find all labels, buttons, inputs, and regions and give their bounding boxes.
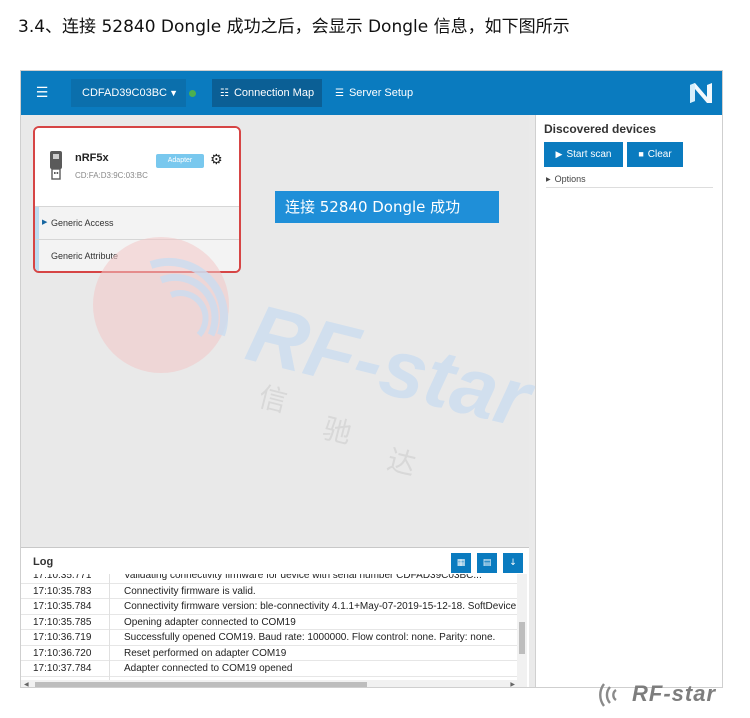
adapter-card-header: nRF5x CD:FA:D3:9C:03:BC Adapter ⚙ xyxy=(35,128,239,206)
table-row: 17:10:37.784 Adapter connected to COM19 … xyxy=(21,661,517,677)
options-toggle[interactable]: ▶ Options xyxy=(546,172,713,188)
nordic-logo-icon xyxy=(690,83,712,103)
service-item-generic-attribute[interactable]: Generic Attribute xyxy=(35,239,239,271)
list-icon: ☰ xyxy=(335,88,344,99)
watermark-char: 信 xyxy=(255,380,290,419)
nrf-connect-window: ☰ CDFAD39C03BC ▼ ☷ Connection Map ☰ Server… xyxy=(20,70,723,688)
hamburger-menu-icon[interactable]: ☰ xyxy=(31,83,53,103)
log-message: Reset performed on adapter COM19 xyxy=(124,647,287,659)
log-message: Successfully opened COM19. Baud rate: 10… xyxy=(124,632,496,643)
table-row: 17:10:35.771 Validating connectivity fir… xyxy=(21,574,517,584)
open-log-file-icon[interactable]: ▦ xyxy=(451,553,471,573)
device-selector-label: CDFAD39C03BC xyxy=(82,87,167,99)
log-time: 17:10:36.719 xyxy=(33,632,92,643)
log-time: 17:10:35.784 xyxy=(33,601,92,612)
table-row: 17:10:36.719 Successfully opened COM19. … xyxy=(21,630,517,646)
options-label: Options xyxy=(554,174,586,184)
autoscroll-down-icon[interactable]: ↓ xyxy=(503,553,523,573)
log-message: Connectivity firmware version: ble-conne… xyxy=(124,601,517,612)
document-heading: 3.4、连接 52840 Dongle 成功之后，会显示 Dongle 信息，如… xyxy=(18,17,570,37)
signal-arcs-icon xyxy=(599,683,617,707)
tab-server-setup-label: Server Setup xyxy=(348,87,414,99)
service-label: Generic Attribute xyxy=(51,251,119,261)
log-time: 17:10:35.783 xyxy=(33,585,92,597)
adapter-card[interactable]: nRF5x CD:FA:D3:9C:03:BC Adapter ⚙ ▶ Gene… xyxy=(33,126,241,273)
rf-star-brand: RF-star xyxy=(596,678,746,712)
tab-connection-map[interactable]: ☷ Connection Map xyxy=(212,79,323,107)
tab-server-setup[interactable]: ☰ Server Setup xyxy=(327,79,421,107)
adapter-badge: Adapter xyxy=(156,154,204,168)
scrollbar-thumb[interactable] xyxy=(35,682,367,687)
log-time: 17:10:35.771 xyxy=(33,574,92,581)
start-scan-button[interactable]: ▶ Start scan xyxy=(544,142,623,167)
service-label: Generic Access xyxy=(51,218,114,228)
usb-dongle-icon xyxy=(50,151,62,180)
discovered-devices-title: Discovered devices xyxy=(544,122,657,136)
service-indicator-bar xyxy=(35,207,39,240)
log-message: Opening adapter connected to COM19 xyxy=(124,616,296,628)
gear-icon[interactable]: ⚙ xyxy=(210,151,223,169)
clear-label: Clear xyxy=(647,149,672,160)
log-message: Connectivity firmware is valid. xyxy=(124,585,256,597)
log-time: 17:10:36.720 xyxy=(33,647,92,659)
clear-log-icon[interactable]: ▤ xyxy=(477,553,497,573)
watermark-char: 驰 xyxy=(320,412,355,451)
log-time: 17:10:35.785 xyxy=(33,616,92,628)
log-vertical-scrollbar[interactable] xyxy=(517,574,527,680)
sitemap-icon: ☷ xyxy=(220,88,229,99)
log-title: Log xyxy=(33,556,54,568)
scrollbar-thumb[interactable] xyxy=(519,622,525,654)
brand-logo-text: RF-star xyxy=(632,681,717,706)
play-icon: ▶ xyxy=(555,149,563,159)
connection-map-canvas: nRF5x CD:FA:D3:9C:03:BC Adapter ⚙ ▶ Gene… xyxy=(21,115,543,545)
scroll-right-icon[interactable]: ▶ xyxy=(510,680,515,687)
trash-icon: ■ xyxy=(638,149,644,159)
log-time: 17:10:37.784 xyxy=(33,663,92,674)
service-indicator-bar xyxy=(35,240,39,271)
log-message: Validating connectivity firmware for dev… xyxy=(124,574,482,581)
scroll-left-icon[interactable]: ◀ xyxy=(24,680,29,687)
caret-right-icon[interactable]: ▶ xyxy=(42,207,47,239)
tab-connection-map-label: Connection Map xyxy=(233,87,315,99)
table-row: 17:10:35.783 Connectivity firmware is va… xyxy=(21,584,517,599)
success-callout: 连接 52840 Dongle 成功 xyxy=(275,191,499,223)
log-horizontal-scrollbar[interactable]: ◀ ▶ xyxy=(21,680,527,687)
log-column-divider xyxy=(109,574,110,680)
watermark-logo-text: RF-star xyxy=(239,288,543,447)
start-scan-label: Start scan xyxy=(566,149,612,160)
log-panel: Log ▦ ▤ ↓ 17:10:35.771 Validating connec… xyxy=(21,547,529,687)
service-item-generic-access[interactable]: ▶ Generic Access xyxy=(35,206,239,240)
table-row: 17:10:36.720 Reset performed on adapter … xyxy=(21,646,517,661)
discovered-devices-panel: Discovered devices ▶ Start scan ■ Clear ▶ O… xyxy=(535,115,722,687)
log-table[interactable]: 17:10:35.771 Validating connectivity fir… xyxy=(21,574,517,680)
connection-status-dot xyxy=(189,90,196,97)
adapter-name: nRF5x xyxy=(75,152,109,164)
adapter-address: CD:FA:D3:9C:03:BC xyxy=(75,171,148,180)
top-bar: ☰ CDFAD39C03BC ▼ ☷ Connection Map ☰ Server… xyxy=(21,71,722,115)
table-row: 17:10:35.784 Connectivity firmware versi… xyxy=(21,599,517,615)
caret-right-icon: ▶ xyxy=(546,176,551,183)
device-selector[interactable]: CDFAD39C03BC ▼ xyxy=(71,79,186,107)
watermark-char: 达 xyxy=(384,443,419,482)
table-row: 17:10:35.785 Opening adapter connected t… xyxy=(21,615,517,630)
chevron-down-icon: ▼ xyxy=(169,88,178,98)
log-message: Adapter connected to COM19 opened xyxy=(124,663,293,674)
clear-button[interactable]: ■ Clear xyxy=(627,142,683,167)
